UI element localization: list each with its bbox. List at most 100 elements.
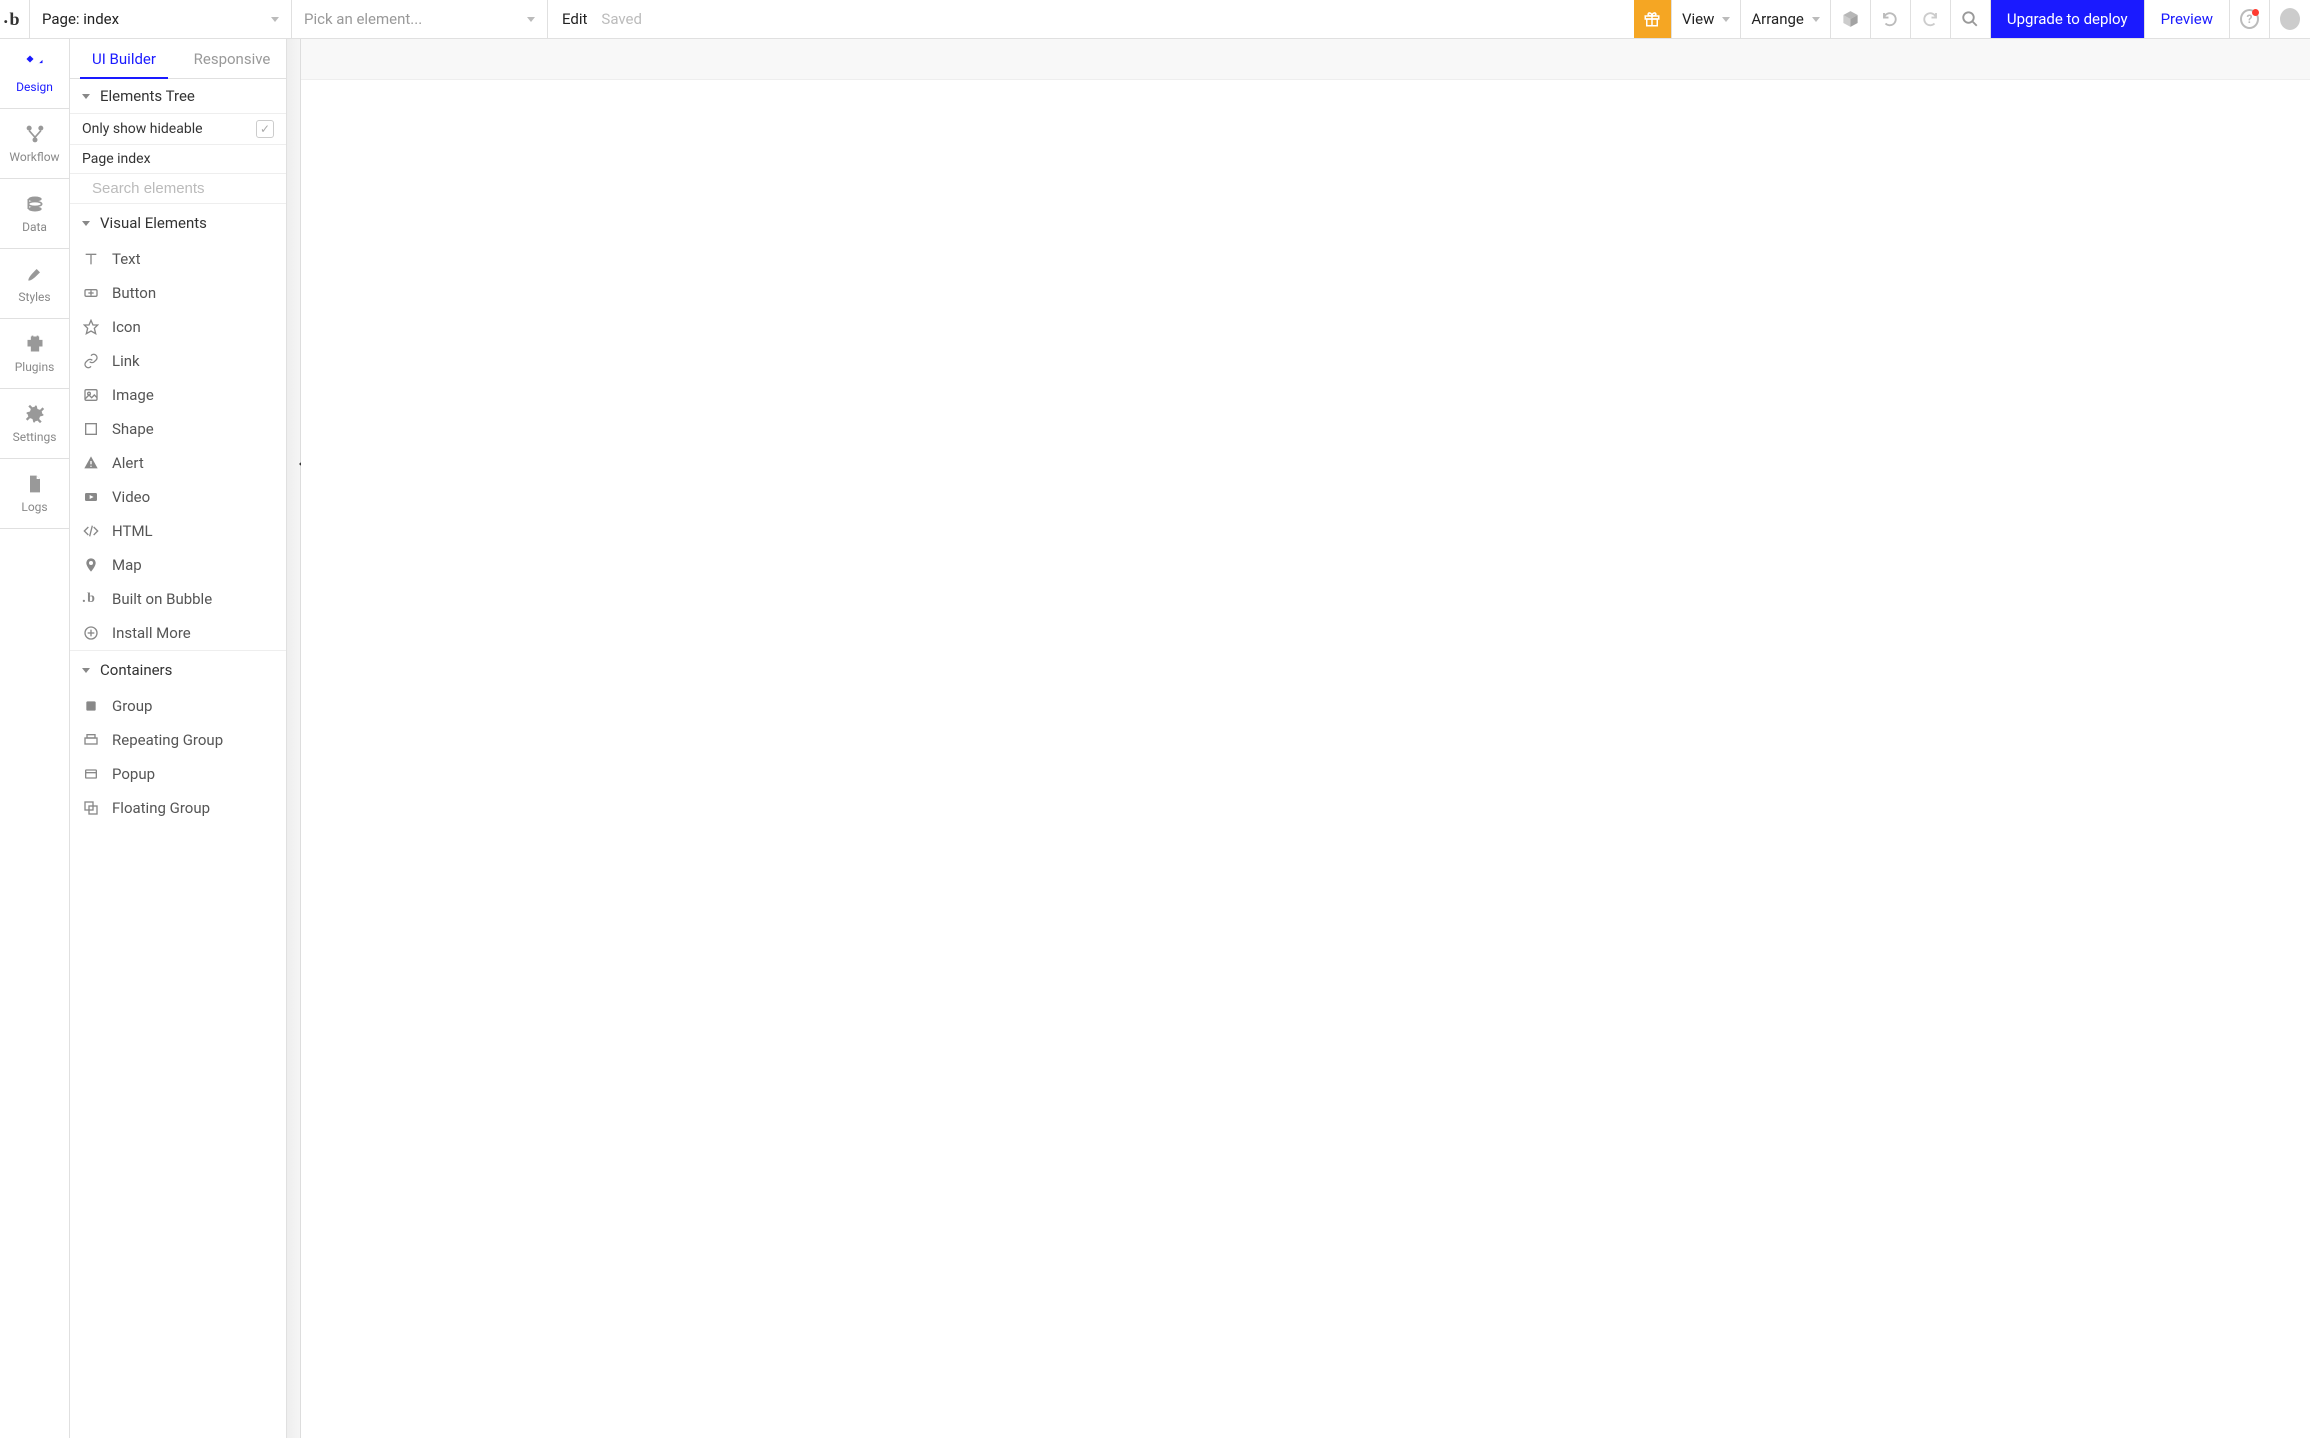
element-label: Floating Group [112, 799, 210, 817]
rail-item-logs[interactable]: Logs [0, 459, 69, 529]
rail-label: Workflow [9, 150, 59, 164]
chevron-down-icon [1722, 17, 1730, 22]
element-label: Group [112, 697, 152, 715]
element-button[interactable]: Button [70, 276, 286, 310]
repeating-group-icon [82, 732, 100, 748]
preview-label: Preview [2161, 10, 2213, 28]
element-label: Image [112, 386, 154, 404]
image-icon [82, 387, 100, 403]
visual-elements-header[interactable]: Visual Elements [70, 204, 286, 242]
element-repeating-group[interactable]: Repeating Group [70, 723, 286, 757]
gift-button[interactable] [1634, 0, 1672, 38]
only-hideable-checkbox[interactable]: ✓ [256, 120, 274, 138]
data-icon [25, 194, 45, 214]
page-selector[interactable]: Page: index [30, 0, 292, 38]
chevron-down-icon [271, 17, 279, 22]
element-text[interactable]: Text [70, 242, 286, 276]
search-button[interactable] [1951, 0, 1991, 38]
text-icon [82, 251, 100, 267]
element-install-more[interactable]: Install More [70, 616, 286, 650]
plus-circle-icon [82, 625, 100, 641]
cube-button[interactable] [1831, 0, 1871, 38]
element-label: Link [112, 352, 140, 370]
view-menu[interactable]: View [1672, 0, 1741, 38]
rail-item-workflow[interactable]: Workflow [0, 109, 69, 179]
redo-button[interactable] [1911, 0, 1951, 38]
redo-icon [1921, 10, 1939, 28]
video-icon [82, 489, 100, 505]
element-alert[interactable]: Alert [70, 446, 286, 480]
html-icon [82, 523, 100, 539]
element-shape[interactable]: Shape [70, 412, 286, 446]
element-video[interactable]: Video [70, 480, 286, 514]
chevron-down-icon [1812, 17, 1820, 22]
button-icon [82, 285, 100, 301]
star-icon [82, 319, 100, 335]
chevron-down-icon [82, 221, 90, 226]
arrange-menu[interactable]: Arrange [1741, 0, 1830, 38]
element-picker[interactable]: Pick an element... [292, 0, 548, 38]
edit-status: Edit Saved [548, 0, 656, 38]
element-built-on-bubble[interactable]: .b Built on Bubble [70, 582, 286, 616]
help-button[interactable]: ? [2230, 0, 2270, 38]
upgrade-label: Upgrade to deploy [2007, 10, 2128, 28]
plugins-icon [25, 334, 45, 354]
sidebar-panel: UI Builder Responsive Elements Tree Only… [70, 39, 287, 1438]
page-index-row[interactable]: Page index [70, 145, 286, 174]
rail-label: Logs [21, 500, 47, 514]
logo[interactable]: b [0, 0, 30, 38]
map-icon [82, 557, 100, 573]
element-popup[interactable]: Popup [70, 757, 286, 791]
rail-item-design[interactable]: Design [0, 39, 69, 109]
saved-label: Saved [601, 10, 642, 28]
element-group[interactable]: Group [70, 689, 286, 723]
tab-ui-builder[interactable]: UI Builder [70, 39, 178, 78]
upgrade-button[interactable]: Upgrade to deploy [1991, 0, 2145, 38]
settings-icon [25, 404, 45, 424]
shape-icon [82, 421, 100, 437]
element-label: Built on Bubble [112, 590, 212, 608]
elements-tree-label: Elements Tree [100, 87, 195, 105]
styles-icon [25, 264, 45, 284]
element-label: Icon [112, 318, 141, 336]
containers-header[interactable]: Containers [70, 651, 286, 689]
element-image[interactable]: Image [70, 378, 286, 412]
rail-item-data[interactable]: Data [0, 179, 69, 249]
account-button[interactable] [2270, 0, 2310, 38]
tab-responsive[interactable]: Responsive [178, 39, 286, 78]
design-icon [25, 54, 45, 74]
element-icon[interactable]: Icon [70, 310, 286, 344]
rail-item-plugins[interactable]: Plugins [0, 319, 69, 389]
undo-icon [1881, 10, 1899, 28]
preview-button[interactable]: Preview [2145, 0, 2230, 38]
rail-label: Design [16, 80, 53, 94]
visual-elements-label: Visual Elements [100, 214, 207, 232]
search-elements-input[interactable] [92, 180, 287, 197]
rail-label: Data [22, 220, 47, 234]
elements-tree-header[interactable]: Elements Tree [70, 79, 286, 114]
sidebar-scrollbar[interactable] [287, 39, 301, 1438]
containers-label: Containers [100, 661, 172, 679]
search-elements-row [70, 174, 286, 204]
avatar-icon [2280, 8, 2300, 30]
sidebar-tabs: UI Builder Responsive [70, 39, 286, 79]
search-icon [1961, 10, 1979, 28]
only-hideable-label: Only show hideable [82, 121, 203, 137]
cube-icon [1841, 9, 1860, 29]
element-html[interactable]: HTML [70, 514, 286, 548]
element-label: Text [112, 250, 141, 268]
rail-item-settings[interactable]: Settings [0, 389, 69, 459]
edit-label[interactable]: Edit [562, 10, 587, 28]
chevron-down-icon [82, 668, 90, 673]
element-label: Shape [112, 420, 154, 438]
element-link[interactable]: Link [70, 344, 286, 378]
tab-label: UI Builder [92, 50, 156, 68]
page-selector-label: Page: index [42, 10, 119, 28]
view-label: View [1682, 10, 1714, 28]
undo-button[interactable] [1871, 0, 1911, 38]
element-floating-group[interactable]: Floating Group [70, 791, 286, 825]
element-map[interactable]: Map [70, 548, 286, 582]
rail-item-styles[interactable]: Styles [0, 249, 69, 319]
canvas[interactable] [301, 39, 2310, 1438]
only-hideable-row: Only show hideable ✓ [70, 114, 286, 145]
